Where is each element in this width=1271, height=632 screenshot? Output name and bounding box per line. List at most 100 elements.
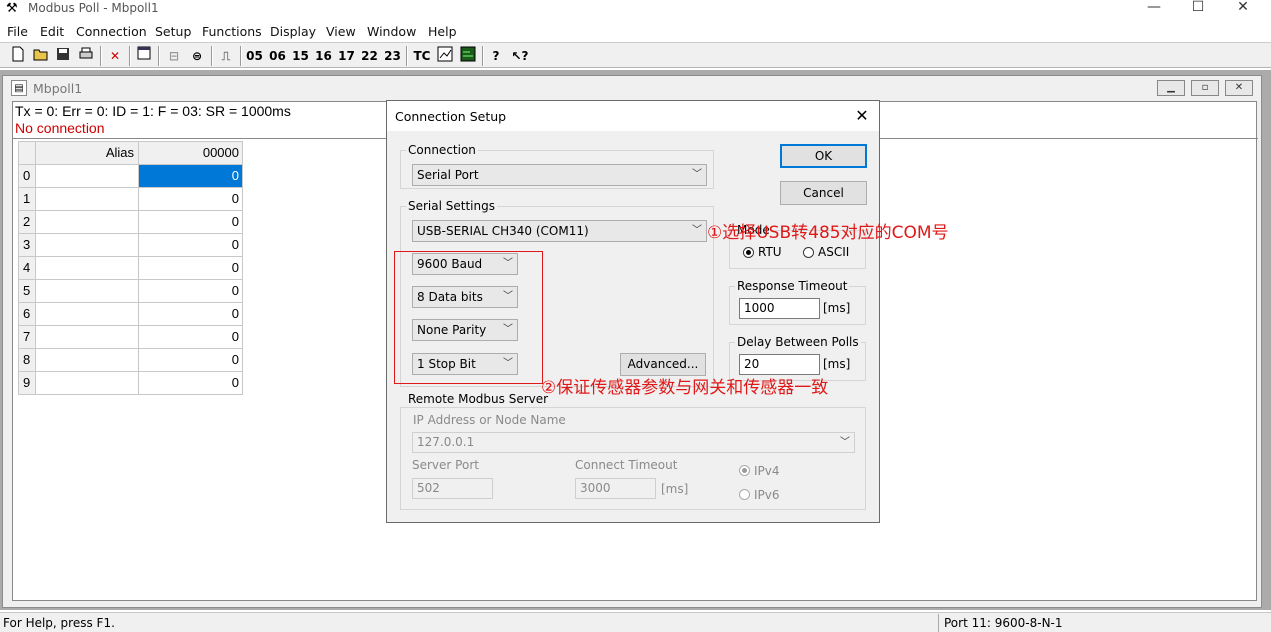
toolbar-separator [211, 46, 213, 66]
delay-between-polls-input[interactable]: 20 [739, 354, 820, 375]
ip-address-value: 127.0.0.1 [417, 435, 475, 449]
app-icon: ⚒ [6, 1, 18, 16]
connect-timeout-label: Connect Timeout [575, 458, 678, 472]
menu-file[interactable]: File [7, 24, 28, 40]
row-index[interactable]: 4 [18, 257, 36, 280]
response-timeout-input[interactable]: 1000 [739, 298, 820, 319]
menu-connection[interactable]: Connection [76, 24, 147, 40]
value-cell[interactable]: 0 [139, 372, 243, 395]
mode-rtu-radio[interactable] [743, 247, 754, 258]
alias-cell[interactable] [36, 326, 139, 349]
fc-16-button[interactable]: 16 [315, 46, 332, 66]
value-cell[interactable]: 0 [139, 326, 243, 349]
annotation-highlight-box [394, 251, 543, 384]
cancel-button[interactable]: Cancel [780, 181, 867, 205]
mode-rtu-label: RTU [758, 245, 782, 259]
menu-window[interactable]: Window [367, 24, 416, 40]
menu-setup[interactable]: Setup [155, 24, 191, 40]
alias-cell[interactable] [36, 303, 139, 326]
dialog-title: Connection Setup [395, 109, 507, 124]
new-icon[interactable] [10, 46, 26, 66]
row-index[interactable]: 2 [18, 211, 36, 234]
ip-address-label: IP Address or Node Name [413, 413, 566, 427]
fc-17-button[interactable]: 17 [338, 46, 355, 66]
row-index[interactable]: 9 [18, 372, 36, 395]
toolbar: ✕ ⊟ ⊜ ⎍ 05 06 15 16 17 22 23 TC ? ↖? [0, 42, 1271, 68]
child-title-bar: ▤ Mbpoll1 ▁ ▫ ✕ [3, 76, 1261, 100]
toolbar-separator [129, 46, 131, 66]
menu-display[interactable]: Display [270, 24, 316, 40]
alias-cell[interactable] [36, 372, 139, 395]
com-port-select[interactable]: USB-SERIAL CH340 (COM11) ﹀ [412, 220, 707, 242]
ip-address-input: 127.0.0.1 ﹀ [412, 432, 855, 453]
connection-error-text: No connection [15, 120, 105, 136]
row-index[interactable]: 5 [18, 280, 36, 303]
row-index[interactable]: 7 [18, 326, 36, 349]
tc-button[interactable]: TC [413, 46, 431, 66]
dialog-close-icon[interactable]: ✕ [852, 106, 872, 126]
fc-05-button[interactable]: 05 [246, 46, 263, 66]
chart-icon[interactable] [436, 46, 454, 66]
connect-timeout-input: 3000 [575, 478, 656, 499]
window-icon[interactable] [135, 46, 153, 66]
close-window-button[interactable]: ✕ [1220, 0, 1266, 16]
value-cell[interactable]: 0 [139, 188, 243, 211]
menu-bar: File Edit Connection Setup Functions Dis… [0, 21, 1271, 41]
child-title: Mbpoll1 [33, 81, 83, 96]
connection-type-select[interactable]: Serial Port ﹀ [412, 164, 707, 186]
alias-cell[interactable] [36, 211, 139, 234]
row-index[interactable]: 0 [18, 165, 36, 188]
toolbar-separator [100, 46, 102, 66]
menu-functions[interactable]: Functions [202, 24, 262, 40]
alias-cell[interactable] [36, 188, 139, 211]
value-cell[interactable]: 0 [139, 303, 243, 326]
value-column-header[interactable]: 00000 [139, 141, 243, 165]
value-cell-selected[interactable]: 0 [139, 165, 243, 188]
mode-ascii-radio[interactable] [803, 247, 814, 258]
open-icon[interactable] [32, 46, 50, 66]
row-index[interactable]: 1 [18, 188, 36, 211]
minimize-button[interactable]: — [1131, 0, 1177, 16]
fc-15-button[interactable]: 15 [292, 46, 309, 66]
menu-view[interactable]: View [326, 24, 356, 40]
value-cell[interactable]: 0 [139, 349, 243, 372]
connect-icon[interactable]: ⊟ [164, 46, 184, 66]
help-icon[interactable]: ? [488, 46, 504, 66]
row-index[interactable]: 6 [18, 303, 36, 326]
menu-edit[interactable]: Edit [40, 24, 64, 40]
save-icon[interactable] [55, 46, 71, 66]
status-bar: For Help, press F1. Port 11: 9600-8-N-1 [0, 612, 1271, 632]
delay-unit: [ms] [823, 357, 851, 371]
server-port-input: 502 [412, 478, 493, 499]
fc-06-button[interactable]: 06 [269, 46, 286, 66]
child-minimize-button[interactable]: ▁ [1157, 80, 1185, 96]
alias-cell[interactable] [36, 349, 139, 372]
alias-cell[interactable] [36, 234, 139, 257]
maximize-button[interactable]: ☐ [1175, 0, 1221, 16]
value-cell[interactable]: 0 [139, 234, 243, 257]
pulse-icon[interactable]: ⎍ [216, 46, 236, 66]
delete-icon[interactable]: ✕ [106, 46, 124, 66]
ok-button[interactable]: OK [780, 144, 867, 168]
print-icon[interactable] [77, 46, 95, 66]
value-cell[interactable]: 0 [139, 211, 243, 234]
child-close-button[interactable]: ✕ [1225, 80, 1253, 96]
menu-help[interactable]: Help [428, 24, 457, 40]
child-restore-button[interactable]: ▫ [1191, 80, 1219, 96]
context-help-icon[interactable]: ↖? [510, 46, 530, 66]
toolbar-separator [482, 46, 484, 66]
alias-cell[interactable] [36, 280, 139, 303]
row-index[interactable]: 8 [18, 349, 36, 372]
monitor-icon[interactable] [459, 46, 477, 66]
fc-22-button[interactable]: 22 [361, 46, 378, 66]
alias-column-header[interactable]: Alias [36, 141, 139, 165]
alias-cell[interactable] [36, 257, 139, 280]
value-cell[interactable]: 0 [139, 280, 243, 303]
row-index[interactable]: 3 [18, 234, 36, 257]
fc-23-button[interactable]: 23 [384, 46, 401, 66]
disconnect-icon[interactable]: ⊜ [187, 46, 207, 66]
value-cell[interactable]: 0 [139, 257, 243, 280]
toolbar-separator [240, 46, 242, 66]
alias-cell[interactable] [36, 165, 139, 188]
annotation-note-1: ①选择USB转485对应的COM号 [707, 223, 949, 243]
